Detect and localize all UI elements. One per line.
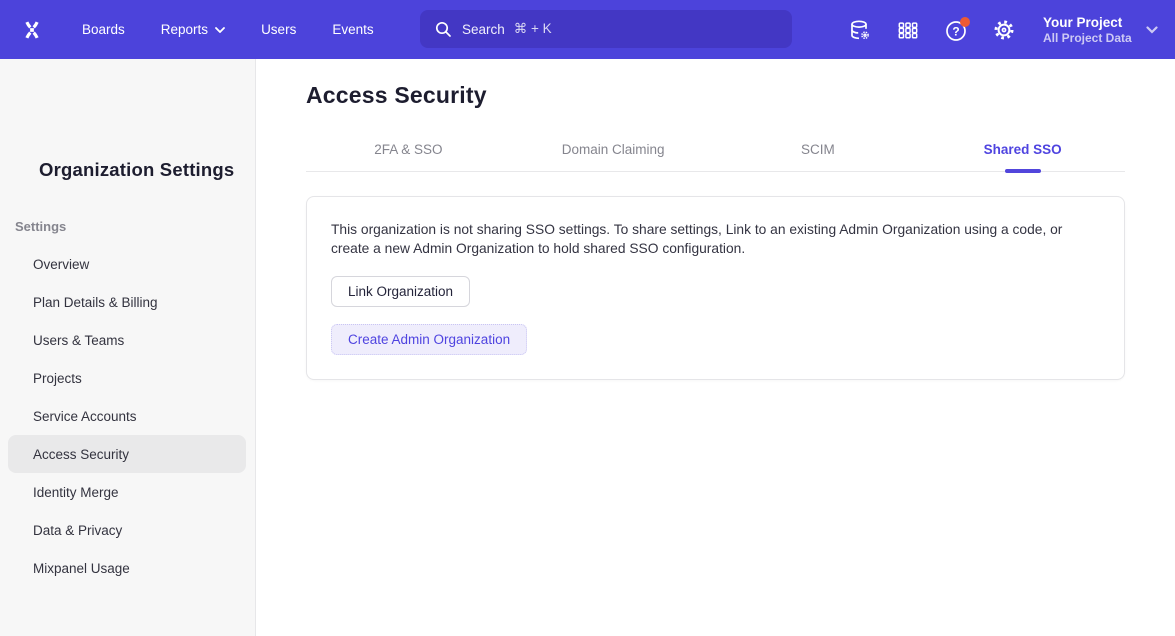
tab-label: 2FA & SSO xyxy=(374,142,442,157)
nav-item-boards[interactable]: Boards xyxy=(82,22,125,37)
search-input[interactable]: Search ⌘ + K xyxy=(420,10,792,48)
notification-dot xyxy=(960,17,970,27)
chevron-down-icon xyxy=(1146,26,1158,34)
shared-sso-card: This organization is not sharing SSO set… xyxy=(306,196,1125,380)
sidebar-section-label: Settings xyxy=(15,219,66,234)
nav-item-label: Users xyxy=(261,22,296,37)
nav-item-label: Boards xyxy=(82,22,125,37)
search-placeholder: Search xyxy=(462,22,505,37)
project-selector[interactable]: Your Project All Project Data xyxy=(1043,0,1158,59)
access-security-tabs: 2FA & SSO Domain Claiming SCIM Shared SS… xyxy=(306,139,1125,172)
sidebar-item-data-privacy[interactable]: Data & Privacy xyxy=(8,511,246,549)
active-tab-underline xyxy=(1005,169,1041,173)
sidebar-item-service-accounts[interactable]: Service Accounts xyxy=(8,397,246,435)
sidebar-menu: Overview Plan Details & Billing Users & … xyxy=(8,245,246,587)
nav-item-label: Reports xyxy=(161,22,208,37)
page-title: Access Security xyxy=(306,82,1125,109)
settings-gear-icon[interactable] xyxy=(990,16,1018,44)
tab-shared-sso[interactable]: Shared SSO xyxy=(920,139,1125,171)
sidebar-item-identity-merge[interactable]: Identity Merge xyxy=(8,473,246,511)
nav-item-label: Events xyxy=(332,22,373,37)
sidebar-item-projects[interactable]: Projects xyxy=(8,359,246,397)
sidebar-item-users-teams[interactable]: Users & Teams xyxy=(8,321,246,359)
nav-item-reports[interactable]: Reports xyxy=(161,22,225,37)
tab-label: Shared SSO xyxy=(984,142,1062,157)
project-data-view: All Project Data xyxy=(1043,31,1132,46)
sidebar-item-access-security[interactable]: Access Security xyxy=(8,435,246,473)
search-shortcut: ⌘ + K xyxy=(514,21,552,37)
sidebar-title: Organization Settings xyxy=(39,159,234,181)
primary-nav: Boards Reports Users Events xyxy=(82,0,374,59)
project-name: Your Project xyxy=(1043,14,1132,31)
mixpanel-logo-icon xyxy=(18,16,46,44)
tab-label: Domain Claiming xyxy=(562,142,665,157)
sidebar-item-overview[interactable]: Overview xyxy=(8,245,246,283)
tab-domain-claiming[interactable]: Domain Claiming xyxy=(511,139,716,171)
create-admin-organization-button[interactable]: Create Admin Organization xyxy=(331,324,527,355)
chevron-down-icon xyxy=(215,27,225,33)
apps-grid-icon[interactable] xyxy=(894,16,922,44)
tab-scim[interactable]: SCIM xyxy=(716,139,921,171)
help-icon[interactable]: ? xyxy=(942,16,970,44)
shared-sso-description: This organization is not sharing SSO set… xyxy=(331,220,1093,258)
svg-text:?: ? xyxy=(952,24,959,38)
search-icon xyxy=(434,20,452,38)
tab-2fa-sso[interactable]: 2FA & SSO xyxy=(306,139,511,171)
data-management-icon[interactable] xyxy=(846,16,874,44)
tab-label: SCIM xyxy=(801,142,835,157)
link-organization-button[interactable]: Link Organization xyxy=(331,276,470,307)
sidebar-item-mixpanel-usage[interactable]: Mixpanel Usage xyxy=(8,549,246,587)
mixpanel-logo[interactable] xyxy=(16,14,48,46)
settings-sidebar: Organization Settings Settings Overview … xyxy=(0,59,256,636)
sidebar-item-plan-details-billing[interactable]: Plan Details & Billing xyxy=(8,283,246,321)
top-navbar: Boards Reports Users Events Search ⌘ + K xyxy=(0,0,1175,59)
navbar-icon-cluster: ? xyxy=(846,0,1018,59)
nav-item-users[interactable]: Users xyxy=(261,22,296,37)
nav-item-events[interactable]: Events xyxy=(332,22,373,37)
main-content: Access Security 2FA & SSO Domain Claimin… xyxy=(256,59,1175,636)
